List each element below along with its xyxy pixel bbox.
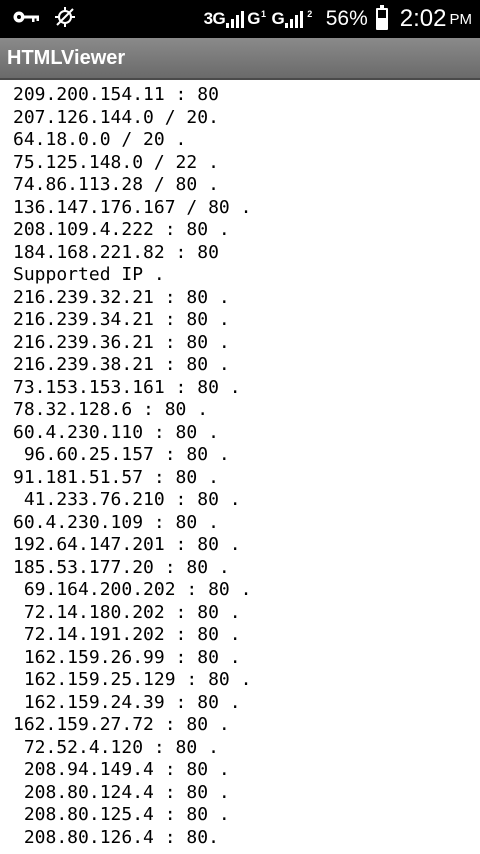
text-line: 208.94.149.4 : 80 . [13, 759, 230, 780]
text-line: 73.153.153.161 : 80 . [13, 376, 241, 398]
signal-icon [285, 10, 304, 28]
text-line: 209.200.154.11 : 80 [13, 84, 219, 105]
text-line: 192.64.147.201 : 80 . [13, 534, 241, 555]
text-line: 64.18.0.0 / 20 . [13, 129, 187, 150]
text-line: 60.4.230.109 : 80 . [13, 511, 219, 533]
text-line: 60.4.230.110 : 80 . [13, 421, 219, 443]
battery-percent: 56% [325, 7, 368, 30]
text-line: 75.125.148.0 / 22 . [13, 151, 219, 173]
text-line: 216.239.38.21 : 80 . [13, 354, 230, 375]
text-line: 207.126.144.0 / 20. [13, 106, 219, 128]
sim1-number: 1 [260, 9, 266, 19]
text-line: 216.239.36.21 : 80 . [13, 331, 230, 353]
text-line: 72.14.180.202 : 80 . [13, 601, 241, 623]
sim2-label: G [271, 9, 285, 28]
text-line: 78.32.128.6 : 80 . [13, 399, 209, 420]
text-line: 208.80.125.4 : 80 . [13, 804, 230, 825]
app-title: HTMLViewer [7, 47, 126, 69]
text-line: 72.14.191.202 : 80 . [13, 624, 241, 645]
text-line: 162.159.25.129 : 80 . [13, 669, 252, 690]
sim2-number: 2 [307, 9, 312, 19]
text-line: Supported IP . [13, 264, 165, 285]
text-line: 136.147.176.167 / 80 . [13, 196, 252, 218]
status-bar: 3G G1 G 2 56% 2:02 PM [0, 0, 480, 38]
sim1-label: G [247, 9, 260, 28]
text-line: 208.80.126.4 : 80. [13, 826, 219, 848]
signal-icon [226, 10, 245, 28]
text-line: 41.233.76.210 : 80 . [13, 489, 241, 510]
battery-icon [375, 5, 388, 30]
text-line: 96.60.25.157 : 80 . [13, 444, 230, 465]
text-line: 216.239.32.21 : 80 . [13, 286, 230, 308]
notification-icons [12, 6, 76, 33]
network-type: 3G [203, 9, 226, 28]
text-line: 162.159.26.99 : 80 . [13, 646, 241, 668]
text-line: 208.80.124.4 : 80 . [13, 781, 230, 803]
clock: 2:02 [399, 5, 447, 32]
text-line: 74.86.113.28 / 80 . [13, 174, 219, 195]
clock-ampm: PM [449, 10, 473, 28]
text-line: 208.109.4.222 : 80 . [13, 219, 230, 240]
text-line: 162.159.27.72 : 80 . [13, 714, 230, 735]
battery-level [377, 17, 386, 28]
html-text-content[interactable]: 209.200.154.11 : 80 207.126.144.0 / 20. 64… [0, 84, 480, 854]
system-status: 3G G1 G 2 56% 2:02 PM [204, 0, 472, 38]
text-line: 162.159.24.39 : 80 . [13, 691, 241, 713]
action-bar: HTMLViewer [0, 38, 480, 80]
no-location-icon [54, 6, 76, 33]
text-line: 91.181.51.57 : 80 . [13, 466, 219, 488]
text-line: 69.164.200.202 : 80 . [13, 579, 252, 600]
text-line: 184.168.221.82 : 80 [13, 241, 219, 263]
sim1-indicator: G1 [247, 9, 266, 29]
text-line: 185.53.177.20 : 80 . [13, 556, 230, 578]
text-line: 216.239.34.21 : 80 . [13, 309, 230, 330]
sim2-indicator: G [272, 9, 285, 29]
key-icon [12, 9, 40, 30]
text-line: 72.52.4.120 : 80 . [13, 736, 219, 758]
